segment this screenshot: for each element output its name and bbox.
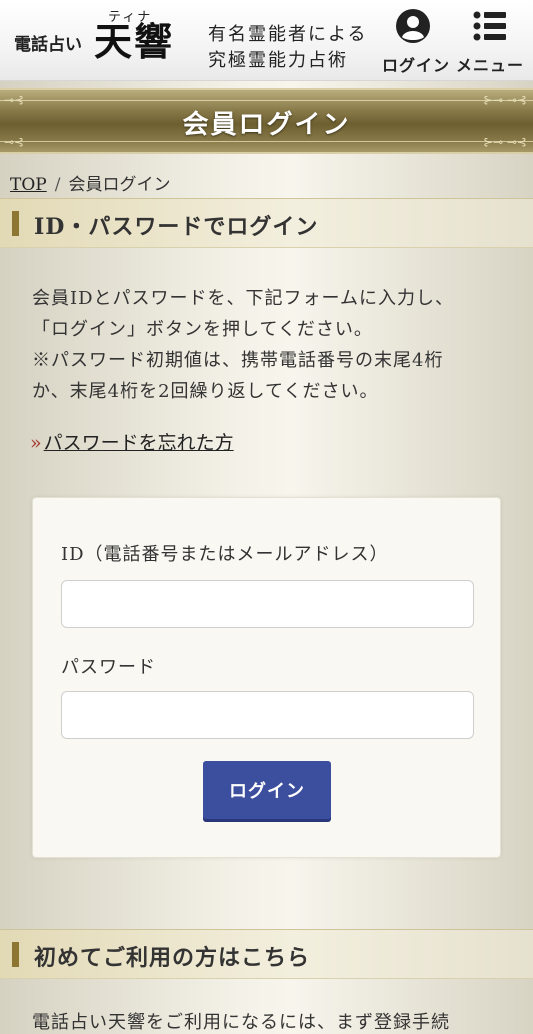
breadcrumb-top-link[interactable]: TOP <box>10 175 47 195</box>
login-section-title: ID・パスワードでログイン <box>34 214 319 240</box>
first-time-section-title: 初めてご利用の方はこちら <box>34 945 311 971</box>
page-title-band: ⊸⊰ ⊱⊸ ⊸⊰ ⊸⊰ ⊱⊸ ⊸⊰ 会員ログイン <box>0 88 533 154</box>
header-menu-button[interactable]: メニュー <box>452 8 528 76</box>
password-field-label: パスワード <box>61 657 156 678</box>
id-field-label: ID（電話番号またはメールアドレス） <box>61 544 389 565</box>
brand-subtitle: 電話占い <box>14 35 82 55</box>
instruction-line-1: 会員IDとパスワードを、下記フォームに入力し、 <box>32 288 454 309</box>
instruction-line-3: ※パスワード初期値は、携帯電話番号の末尾4桁 <box>32 350 444 371</box>
login-instructions: 会員IDとパスワードを、下記フォームに入力し、 「ログイン」ボタンを押してくださ… <box>32 283 502 407</box>
id-input[interactable] <box>61 580 474 628</box>
login-section-heading: ID・パスワードでログイン <box>0 198 533 248</box>
double-chevron-right-icon: » <box>30 432 42 454</box>
user-circle-icon <box>396 9 430 43</box>
breadcrumb-current: 会員ログイン <box>68 175 171 195</box>
header-login-button[interactable]: ログイン <box>382 8 451 76</box>
page-title: 会員ログイン <box>182 110 351 140</box>
header-login-label: ログイン <box>382 56 451 75</box>
hamburger-list-icon <box>473 11 506 41</box>
login-submit-button[interactable]: ログイン <box>203 761 331 819</box>
first-time-description: 電話占い天響をご利用になるには、まず登録手続 <box>32 1012 450 1033</box>
login-form: ID（電話番号またはメールアドレス） パスワード ログイン <box>32 497 501 858</box>
forgot-password-link[interactable]: » パスワードを忘れた方 <box>30 428 234 455</box>
tagline: 有名霊能者による 究極霊能力占術 <box>208 22 367 74</box>
forgot-password-text[interactable]: パスワードを忘れた方 <box>44 432 234 454</box>
instruction-line-2: 「ログイン」ボタンを押してください。 <box>32 319 373 340</box>
instruction-line-4: か、末尾4桁を2回繰り返してください。 <box>32 381 379 402</box>
tagline-line-2: 究極霊能力占術 <box>208 50 348 71</box>
heading-accent-bar <box>12 942 19 967</box>
breadcrumb: TOP / 会員ログイン <box>10 170 170 195</box>
breadcrumb-separator: / <box>54 175 61 195</box>
heading-accent-bar <box>12 211 19 236</box>
band-line-bottom <box>0 141 533 142</box>
band-line-top <box>0 100 533 101</box>
site-header: 電話占い ティナ 天響 有名霊能者による 究極霊能力占術 ログイン メニュー <box>0 0 533 81</box>
password-input[interactable] <box>61 691 474 739</box>
first-time-section-heading: 初めてご利用の方はこちら <box>0 929 533 979</box>
tagline-line-1: 有名霊能者による <box>208 24 368 45</box>
brand-logo[interactable]: 天響 <box>94 20 174 64</box>
header-menu-label: メニュー <box>455 56 524 75</box>
